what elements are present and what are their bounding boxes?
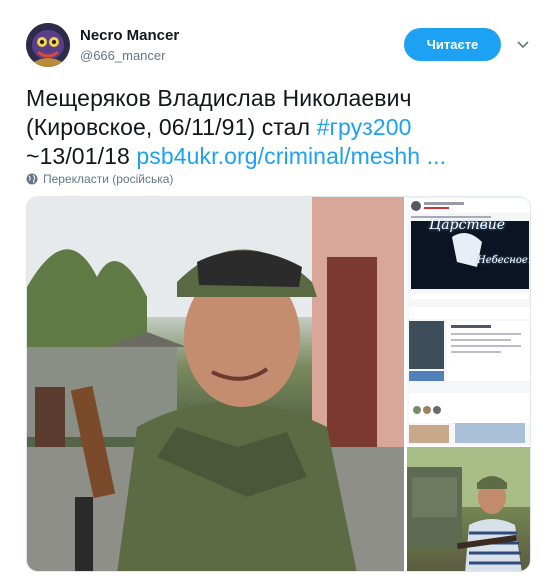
hashtag-link[interactable]: #груз200 (317, 114, 412, 140)
translate-label: Перекласти (російська) (43, 172, 174, 186)
main-photo-image (27, 197, 404, 571)
media-collage[interactable]: Царствие Небесное... (26, 196, 531, 572)
user-handle[interactable]: @666_mancer (80, 48, 165, 63)
tweet-line-2: (Кировское, 06/11/91) стал #груз200 (26, 113, 536, 142)
screenshot-photo[interactable]: Царствие Небесное... (407, 197, 531, 445)
main-photo[interactable] (27, 197, 404, 571)
soldier-photo[interactable] (407, 447, 530, 571)
collage-caption-1: Царствие (429, 217, 506, 233)
display-name[interactable]: Necro Mancer (80, 27, 179, 44)
avatar-icon (26, 23, 70, 67)
tweet-line-1: Мещеряков Владислав Николаевич (26, 85, 412, 111)
chevron-down-icon[interactable] (516, 37, 530, 51)
screenshot-photo-image (407, 197, 530, 445)
following-button[interactable]: Читаєте (404, 28, 501, 61)
tweet-line-3: ~13/01/18 psb4ukr.org/criminal/meshh ... (26, 142, 536, 171)
globe-icon (26, 173, 38, 185)
tweet-text: Мещеряков Владислав Николаевич (Кировско… (26, 84, 536, 171)
tweet-line-2-text: (Кировское, 06/11/91) стал (26, 114, 317, 140)
collage-caption-2: Небесное... (477, 255, 531, 266)
url-link[interactable]: psb4ukr.org/criminal/meshh ... (136, 143, 446, 169)
user-avatar[interactable] (26, 23, 70, 67)
tweet-line-3-text: ~13/01/18 (26, 143, 137, 169)
translate-link[interactable]: Перекласти (російська) (26, 172, 173, 186)
soldier-photo-image (407, 447, 530, 571)
